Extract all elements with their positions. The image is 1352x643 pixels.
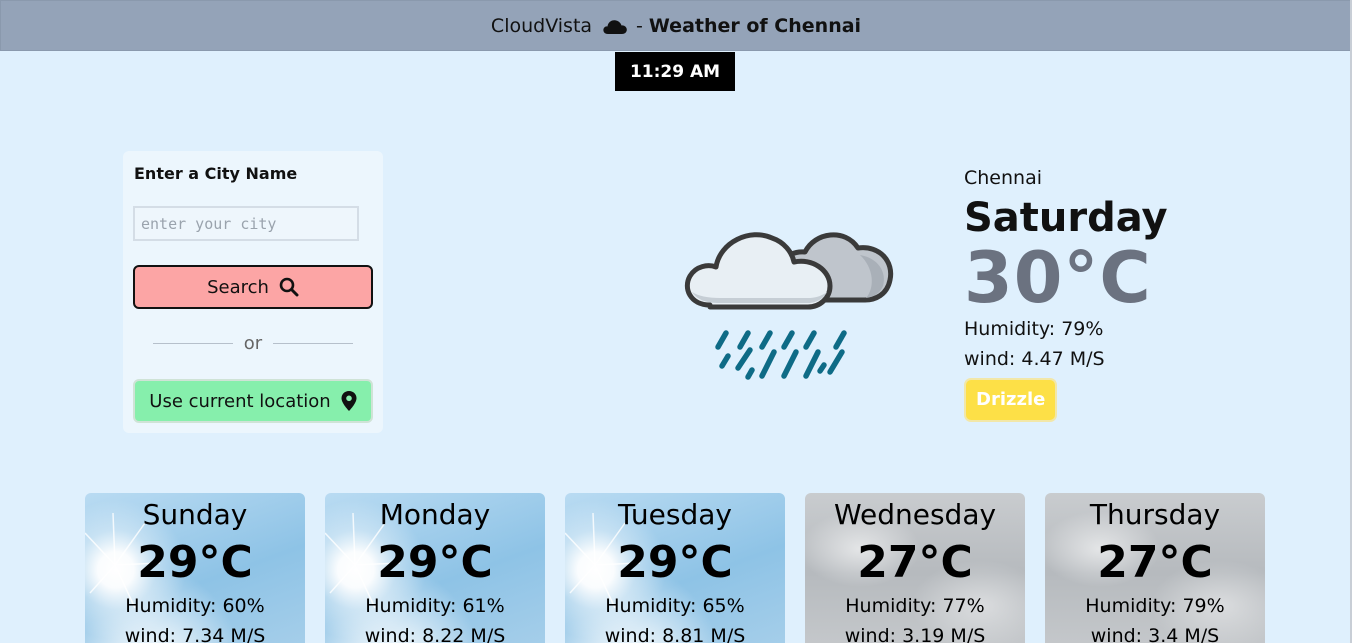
forecast-card: Thursday 27°C Humidity: 79% wind: 3.4 M/… (1045, 493, 1265, 643)
forecast-wind: wind: 3.4 M/S (1090, 625, 1220, 643)
forecast-temperature: 27°C (1097, 537, 1213, 588)
forecast-wind: wind: 3.19 M/S (844, 625, 986, 643)
divider-text: or (243, 332, 263, 354)
current-weather: Chennai Saturday 30°C Humidity: 79% wind… (964, 166, 1168, 422)
forecast-day: Sunday (142, 498, 248, 531)
weather-app: CloudVista - Weather of Chennai 11:29 AM… (0, 0, 1352, 643)
or-divider: or (153, 331, 353, 355)
condition-badge: Drizzle (964, 378, 1058, 422)
forecast-temperature: 29°C (137, 537, 253, 588)
forecast-card: Wednesday 27°C Humidity: 77% wind: 3.19 … (805, 493, 1025, 643)
search-button[interactable]: Search (133, 265, 373, 309)
forecast-humidity: Humidity: 65% (605, 595, 745, 617)
forecast-wind: wind: 8.22 M/S (364, 625, 506, 643)
forecast-row: Sunday 29°C Humidity: 60% wind: 7.34 M/S… (85, 493, 1265, 643)
forecast-temperature: 29°C (377, 537, 493, 588)
current-temperature: 30°C (964, 237, 1152, 319)
search-button-label: Search (207, 276, 269, 298)
forecast-humidity: Humidity: 77% (845, 595, 985, 617)
current-city: Chennai (964, 167, 1043, 189)
forecast-day: Wednesday (833, 498, 997, 531)
clock-display: 11:29 AM (615, 52, 735, 91)
forecast-day: Thursday (1089, 498, 1221, 531)
search-panel: Enter a City Name Search or Use current … (123, 151, 383, 433)
header-separator: - (636, 14, 643, 37)
forecast-card: Tuesday 29°C Humidity: 65% wind: 8.81 M/… (565, 493, 785, 643)
forecast-humidity: Humidity: 79% (1085, 595, 1225, 617)
forecast-humidity: Humidity: 60% (125, 595, 265, 617)
forecast-humidity: Humidity: 61% (365, 595, 505, 617)
forecast-card: Monday 29°C Humidity: 61% wind: 8.22 M/S (325, 493, 545, 643)
forecast-temperature: 29°C (617, 537, 733, 588)
city-search-input[interactable] (133, 206, 359, 241)
magnifier-icon (279, 277, 299, 297)
map-pin-icon (341, 391, 357, 411)
forecast-day: Tuesday (618, 498, 732, 531)
use-current-location-button[interactable]: Use current location (133, 379, 373, 423)
divider-line-right (272, 342, 353, 344)
forecast-day: Monday (379, 498, 491, 531)
forecast-wind: wind: 8.81 M/S (604, 625, 746, 643)
current-day: Saturday (964, 195, 1168, 241)
cloud-rain-icon (680, 200, 900, 385)
forecast-temperature: 27°C (857, 537, 973, 588)
divider-line-left (153, 342, 233, 344)
brand-name: CloudVista (490, 14, 593, 37)
page-title: Weather of Chennai (648, 14, 862, 37)
header-bar: CloudVista - Weather of Chennai (0, 0, 1352, 51)
location-button-label: Use current location (149, 390, 331, 412)
forecast-wind: wind: 7.34 M/S (124, 625, 266, 643)
city-input-label: Enter a City Name (134, 164, 298, 183)
cloud-icon (602, 17, 628, 35)
forecast-card: Sunday 29°C Humidity: 60% wind: 7.34 M/S (85, 493, 305, 643)
current-wind: wind: 4.47 M/S (964, 348, 1105, 370)
